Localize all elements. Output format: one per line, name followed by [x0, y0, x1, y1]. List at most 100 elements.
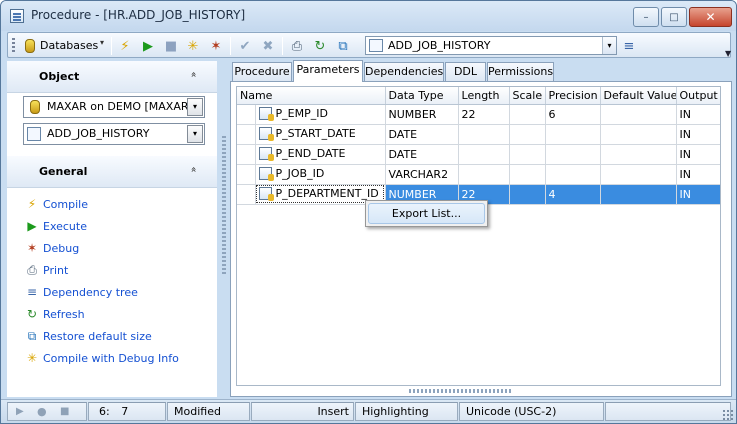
scale-cell[interactable] [509, 184, 546, 205]
default-value-cell[interactable] [600, 124, 677, 145]
length-cell[interactable] [458, 144, 510, 165]
rollback-icon[interactable]: ✖ [259, 37, 277, 55]
debug-action-label: Debug [43, 241, 80, 255]
scale-cell[interactable] [509, 104, 546, 125]
dependency-tree-action[interactable]: ≡ Dependency tree [25, 283, 138, 301]
parameter-name-cell[interactable]: P_END_DATE [255, 144, 386, 165]
export-list-menu-item[interactable]: Export List... [368, 203, 485, 224]
precision-cell[interactable] [545, 164, 601, 185]
print-icon: ⎙ [27, 263, 37, 277]
execute-icon[interactable]: ▶ [139, 37, 157, 55]
precision-cell[interactable]: 6 [545, 104, 601, 125]
column-header-output[interactable]: Output [676, 87, 720, 105]
bottom-splitter[interactable] [409, 389, 513, 393]
panel-splitter[interactable] [222, 136, 226, 276]
parameter-name-cell[interactable]: P_JOB_ID [255, 164, 386, 185]
column-header-data-type[interactable]: Data Type [385, 87, 459, 105]
compile-action[interactable]: ⚡ Compile [25, 195, 88, 213]
tab-procedure[interactable]: Procedure [232, 62, 292, 81]
restore-default-size-action[interactable]: ⧉ Restore default size [25, 327, 152, 345]
stop-macro-icon[interactable]: ■ [60, 403, 69, 420]
default-value-cell[interactable] [600, 104, 677, 125]
parameter-name-cell[interactable]: P_START_DATE [255, 124, 386, 145]
cursor-line: 6: [99, 405, 110, 418]
tab-parameters[interactable]: Parameters [293, 60, 363, 82]
object-section-header[interactable]: Object » [7, 61, 217, 93]
compile-debug-icon[interactable]: ✳ [184, 37, 202, 55]
commit-icon[interactable]: ✔ [236, 37, 254, 55]
record-macro-icon[interactable]: ● [37, 403, 47, 420]
column-header-precision[interactable]: Precision [545, 87, 601, 105]
play-macro-icon[interactable]: ▶ [16, 403, 24, 420]
data-type-cell[interactable]: VARCHAR2 [385, 164, 459, 185]
compile-with-debug-info-action[interactable]: ✳ Compile with Debug Info [25, 349, 179, 367]
precision-cell[interactable] [545, 144, 601, 165]
length-cell[interactable] [458, 124, 510, 145]
tab-ddl[interactable]: DDL [445, 62, 486, 81]
object-combo[interactable]: ADD_JOB_HISTORY ▾ [365, 36, 617, 55]
minimize-button[interactable]: – [633, 7, 659, 27]
default-value-cell[interactable] [600, 164, 677, 185]
output-cell[interactable]: IN [676, 164, 720, 185]
scale-cell[interactable] [509, 124, 546, 145]
table-row[interactable]: P_JOB_ID VARCHAR2 IN [237, 164, 720, 185]
databases-button[interactable]: Databases [40, 39, 98, 52]
compile-icon[interactable]: ⚡ [116, 37, 134, 55]
close-button[interactable]: ✕ [689, 7, 732, 27]
debug-action[interactable]: ✶ Debug [25, 239, 79, 257]
data-type-cell[interactable]: DATE [385, 144, 459, 165]
object-combo-value: ADD_JOB_HISTORY [388, 39, 491, 52]
database-select-dropdown[interactable]: ▾ [187, 98, 203, 116]
save-icon[interactable]: ■ [162, 37, 180, 55]
data-type-cell[interactable]: DATE [385, 124, 459, 145]
print-icon[interactable]: ⎙ [288, 37, 306, 55]
length-cell[interactable] [458, 164, 510, 185]
column-header-scale[interactable]: Scale [509, 87, 546, 105]
output-cell[interactable]: IN [676, 104, 720, 125]
dependency-tree-icon[interactable]: ≡ [620, 37, 638, 55]
object-select[interactable]: ADD_JOB_HISTORY ▾ [23, 123, 205, 145]
toolbar-grip[interactable] [12, 38, 15, 53]
default-value-cell[interactable] [600, 184, 677, 205]
column-header-name[interactable]: Name [237, 87, 386, 105]
toolbar-options-icon[interactable]: ▼ [725, 49, 731, 58]
title-bar[interactable]: Procedure - [HR.ADD_JOB_HISTORY] – □ ✕ [1, 1, 736, 31]
default-value-cell[interactable] [600, 144, 677, 165]
general-section-title: General [39, 165, 88, 178]
parameter-name-cell[interactable]: P_EMP_ID [255, 104, 386, 125]
databases-dropdown-arrow[interactable]: ▾ [100, 38, 104, 47]
scale-cell[interactable] [509, 144, 546, 165]
precision-cell[interactable] [545, 124, 601, 145]
length-cell[interactable]: 22 [458, 104, 510, 125]
collapse-object-icon[interactable]: » [189, 69, 200, 80]
restore-size-icon: ⧉ [27, 329, 37, 343]
refresh-action[interactable]: ↻ Refresh [25, 305, 85, 323]
object-select-dropdown[interactable]: ▾ [187, 125, 203, 143]
print-action[interactable]: ⎙ Print [25, 261, 68, 279]
output-cell[interactable]: IN [676, 184, 720, 205]
output-cell[interactable]: IN [676, 124, 720, 145]
precision-cell[interactable]: 4 [545, 184, 601, 205]
debug-icon[interactable]: ✶ [207, 37, 225, 55]
maximize-button[interactable]: □ [661, 7, 687, 27]
general-section-header[interactable]: General » [7, 156, 217, 188]
scale-cell[interactable] [509, 164, 546, 185]
toolbar-separator [282, 37, 283, 55]
parameters-grid[interactable]: Name Data Type Length Scale Precision De… [236, 86, 721, 386]
resize-grip[interactable] [722, 409, 734, 421]
table-row[interactable]: P_END_DATE DATE IN [237, 144, 720, 165]
data-type-cell[interactable]: NUMBER [385, 104, 459, 125]
database-select[interactable]: MAXAR on DEMO [MAXAR] ▾ [23, 96, 205, 118]
column-header-length[interactable]: Length [458, 87, 510, 105]
tab-permissions[interactable]: Permissions [487, 62, 554, 81]
object-combo-dropdown[interactable]: ▾ [602, 37, 616, 54]
tab-dependencies[interactable]: Dependencies [364, 62, 444, 81]
collapse-general-icon[interactable]: » [189, 164, 200, 175]
refresh-icon[interactable]: ↻ [311, 37, 329, 55]
table-row[interactable]: P_START_DATE DATE IN [237, 124, 720, 145]
restore-size-icon[interactable]: ⧉ [334, 37, 352, 55]
column-header-default-value[interactable]: Default Value [600, 87, 677, 105]
output-cell[interactable]: IN [676, 144, 720, 165]
execute-action[interactable]: ▶ Execute [25, 217, 87, 235]
table-row[interactable]: P_EMP_ID NUMBER 22 6 IN [237, 104, 720, 125]
